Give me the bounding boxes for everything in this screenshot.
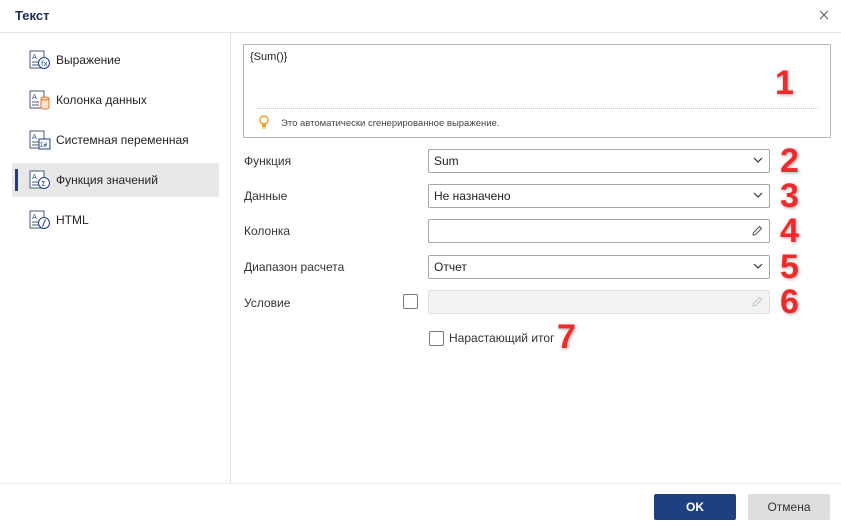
ok-button[interactable]: OK [654,494,736,520]
chevron-down-icon [753,157,763,163]
sidebar-item-label: Колонка данных [56,93,147,107]
function-label: Функция [244,154,292,168]
sidebar-item-summary-function[interactable]: A Σ Функция значений [12,163,219,197]
sidebar-item-label: Функция значений [56,173,158,187]
system-variable-icon: A Σ# [29,130,51,150]
range-select[interactable]: Отчет [428,255,770,279]
expression-text[interactable]: {Sum()} [250,51,287,63]
data-label: Данные [244,189,288,203]
running-total-label[interactable]: Нарастающий итог [449,331,554,345]
summary-function-icon: A Σ [29,170,50,189]
expression-hint: Это автоматически сгенерированное выраже… [281,118,500,129]
expression-editor[interactable]: {Sum()} Это автоматически сгенерированно… [243,44,831,138]
sidebar-item-html[interactable]: A HTML [12,203,219,237]
annotation-marker: 1 [774,64,795,102]
pane-divider [230,33,231,483]
function-value: Sum [434,154,459,168]
data-value: Не назначено [434,189,511,203]
data-select[interactable]: Не назначено [428,184,770,208]
svg-text:A: A [32,173,37,181]
html-icon: A [29,210,50,229]
sidebar-item-data-column[interactable]: A Колонка данных [12,83,219,117]
svg-text:A: A [32,213,37,221]
annotation-marker: 2 [779,142,800,180]
close-icon[interactable] [817,8,831,22]
svg-text:fx: fx [41,60,48,68]
column-input[interactable] [428,219,770,243]
sidebar-item-label: Системная переменная [56,133,189,147]
svg-text:A: A [32,133,37,141]
sidebar-item-system-variable[interactable]: A Σ# Системная переменная [12,123,219,157]
function-select[interactable]: Sum [428,149,770,173]
annotation-marker: 3 [779,177,800,215]
svg-text:A: A [32,53,37,61]
data-column-icon: A [29,90,50,110]
annotation-marker: 7 [556,318,577,356]
annotation-marker: 5 [779,248,800,286]
annotation-marker: 6 [779,283,800,321]
lightbulb-icon [259,115,269,129]
condition-input [428,290,770,314]
chevron-down-icon [753,192,763,198]
condition-label: Условие [244,296,291,310]
cancel-button[interactable]: Отмена [748,494,830,520]
range-label: Диапазон расчета [244,260,345,274]
range-value: Отчет [434,260,467,274]
sidebar: A fx Выражение A Колонка данных A Σ# Сис… [0,33,231,483]
pencil-icon[interactable] [751,225,763,237]
column-label: Колонка [244,224,291,238]
svg-text:A: A [32,93,37,101]
title-bar: Текст [0,0,841,33]
condition-checkbox[interactable] [403,294,418,309]
footer-divider [0,483,841,484]
expression-icon: A fx [29,50,50,69]
text-dialog: Текст A fx Выражение A Колонка данных A … [0,0,841,532]
sidebar-item-label: HTML [56,213,89,227]
dialog-title: Текст [15,8,50,23]
annotation-marker: 4 [779,212,800,250]
pencil-icon [752,296,763,307]
svg-text:Σ: Σ [41,180,45,188]
expression-separator [258,108,818,109]
sidebar-item-expression[interactable]: A fx Выражение [12,43,219,77]
chevron-down-icon [753,263,763,269]
running-total-checkbox[interactable] [429,331,444,346]
svg-text:Σ#: Σ# [40,142,48,149]
sidebar-item-label: Выражение [56,53,121,67]
